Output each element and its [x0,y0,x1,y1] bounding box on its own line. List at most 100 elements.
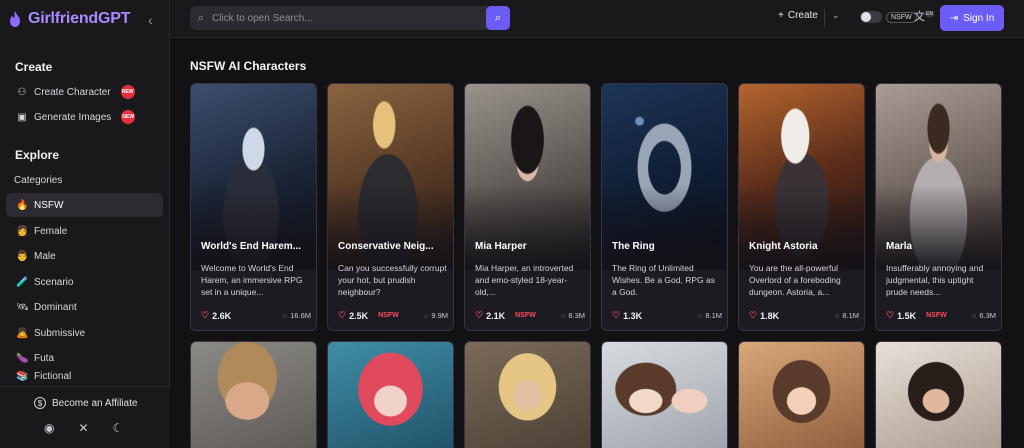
page-title: NSFW AI Characters [190,59,307,73]
search-input[interactable] [212,12,482,24]
views-count: 9.9M [431,311,448,320]
nsfw-label: NSFW [886,11,917,23]
sidebar-item-male[interactable]: 👨 Male [6,244,163,268]
nsfw-toggle[interactable]: NSFW [860,11,917,23]
likes: ♡ 2.6K [201,310,231,321]
sidebar-item-label: Futa [34,352,55,364]
new-badge: NEW [121,110,136,124]
card-stats: ♡ 1.8K ◌ 8.1M [749,310,859,321]
views: ◌ 8.3M [561,311,585,320]
chat-icon: ◌ [560,311,566,320]
sidebar-item-label: Generate Images [34,111,112,123]
search-button[interactable]: ⌕ [486,6,510,30]
character-card[interactable]: Marla Insufferably annoying and judgment… [875,83,1002,331]
chat-icon: ◌ [971,311,977,320]
sign-in-label: Sign In [963,12,995,24]
character-card[interactable] [190,341,317,448]
nsfw-tag: NSFW [515,312,536,319]
character-card[interactable] [464,341,591,448]
create-label: Create [787,10,818,21]
create-button[interactable]: + Create [778,10,818,21]
chat-icon: ◌ [834,311,840,320]
chat-icon: ◌ [282,311,288,320]
sidebar-item-fictional[interactable]: 📚 Fictional [6,371,163,385]
search-icon: ⌕ [494,11,502,24]
male-icon: 👨 [16,250,29,262]
sidebar-item-label: Scenario [34,276,74,288]
character-card[interactable]: Mia Harper Mia Harper, an introverted an… [464,83,591,331]
sidebar-item-dominant[interactable]: 🛰 Dominant [6,295,163,319]
books-icon: 📚 [16,371,29,382]
likes-count: 2.6K [212,310,232,321]
views: ◌ 8.1M [698,311,722,320]
character-image [191,342,316,448]
sidebar-item-female[interactable]: 👩 Female [6,219,163,243]
test-tube-icon: 🧪 [16,276,29,288]
discord-icon[interactable]: ◉ [44,421,54,435]
character-card[interactable] [327,341,454,448]
nsfw-tag: NSFW [926,312,947,319]
character-description: Insufferably annoying and judgmental, th… [886,263,984,297]
x-icon[interactable]: ✕ [78,421,88,435]
become-affiliate-button[interactable]: $ Become an Affiliate [34,397,137,409]
sidebar-item-submissive[interactable]: 🙇 Submissive [6,321,163,345]
sidebar-item-label: Submissive [34,327,86,339]
language-button[interactable]: 文EN [914,8,934,24]
views: ◌ 6.3M [972,311,996,320]
character-card[interactable]: Knight Astoria You are the all-powerful … [738,83,865,331]
flame-icon [10,11,20,27]
card-stats: ♡ 1.5K NSFW ◌ 6.3M [886,310,996,321]
views-count: 8.1M [705,311,722,320]
sidebar-item-label: Female [34,225,68,237]
character-image [328,342,453,448]
character-card[interactable] [738,341,865,448]
explore-section-title: Explore [15,148,60,162]
character-card[interactable] [875,341,1002,448]
sidebar-item-label: Dominant [34,301,77,313]
character-card[interactable] [601,341,728,448]
sidebar-item-label: Fictional [34,371,72,382]
sidebar-item-label: Create Character [34,86,111,98]
character-name: Mia Harper [475,241,527,252]
sidebar-item-categories[interactable]: Categories [6,168,163,192]
sign-in-button[interactable]: ⇥ Sign In [940,5,1004,31]
sidebar-item-scenario[interactable]: 🧪 Scenario [6,270,163,294]
character-card[interactable]: World's End Harem... Welcome to World's … [190,83,317,331]
search-bar[interactable]: ⌕ ⌕ [190,6,510,30]
user-plus-icon: ⚇ [17,86,27,98]
card-stats: ♡ 1.3K ◌ 8.1M [612,310,722,321]
character-image [739,342,864,448]
chevron-down-icon[interactable]: ⌄ [832,10,840,21]
character-card[interactable]: Conservative Neig... Can you successfull… [327,83,454,331]
sidebar-item-create-character[interactable]: ⚇ Create Character NEW [6,80,163,104]
sidebar: GirlfriendGPT ‹ Create ⚇ Create Characte… [0,0,170,448]
nsfw-tag: NSFW [378,312,399,319]
sidebar-item-nsfw[interactable]: 🔥 NSFW [6,193,163,217]
toggle-knob [861,12,871,22]
topbar: ⌕ ⌕ + Create ⌄ NSFW 文EN ⇥ Sign In [170,0,1024,38]
heart-icon: ♡ [475,310,484,320]
heart-icon: ♡ [886,310,895,320]
sidebar-item-label: Categories [14,174,63,186]
sidebar-item-label: Male [34,250,56,262]
sidebar-item-futa[interactable]: 🍆 Futa [6,346,163,370]
app-root: GirlfriendGPT ‹ Create ⚇ Create Characte… [0,0,1024,448]
collapse-sidebar-icon[interactable]: ‹ [148,12,153,28]
likes-count: 1.8K [760,310,780,321]
sidebar-item-generate-images[interactable]: ▣ Generate Images NEW [6,105,163,129]
card-stats: ♡ 2.1K NSFW ◌ 8.3M [475,310,585,321]
image-icon: ▣ [17,111,27,123]
translate-icon: 文 [914,11,925,23]
moon-icon[interactable]: ☾ [113,421,124,435]
likes: ♡ 2.1K [475,310,505,321]
character-name: Marla [886,241,913,252]
character-image [465,342,590,448]
character-image [876,342,1001,448]
views: ◌ 16.6M [283,311,311,320]
sign-in-icon: ⇥ [949,12,959,24]
character-card[interactable]: The Ring The Ring of Unlimited Wishes. B… [601,83,728,331]
character-name: Knight Astoria [749,241,818,252]
likes: ♡ 1.5K [886,310,916,321]
logo[interactable]: GirlfriendGPT [8,10,131,28]
likes: ♡ 1.8K [749,310,779,321]
